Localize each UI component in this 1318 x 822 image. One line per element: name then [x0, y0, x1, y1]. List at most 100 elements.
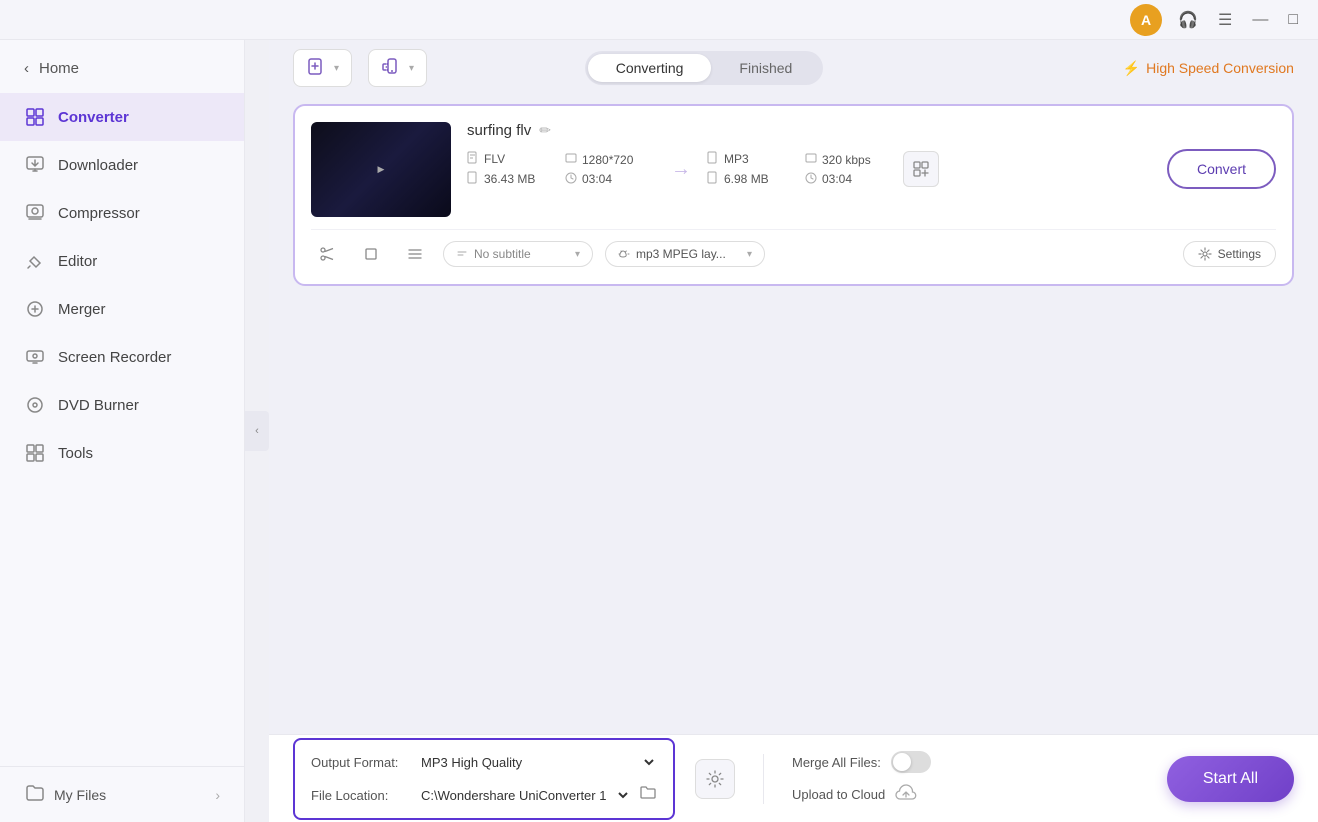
audio-track-select[interactable]: mp3 MPEG lay... ▾	[605, 241, 765, 267]
cut-tool-button[interactable]	[311, 240, 343, 268]
my-files-icon	[24, 783, 44, 806]
target-size-icon	[707, 171, 719, 187]
resolution-icon	[565, 152, 577, 168]
my-files-arrow: ›	[215, 787, 220, 803]
file-meta: FLV 36.43 MB	[467, 149, 1276, 189]
extra-settings-button[interactable]	[695, 759, 735, 799]
sidebar-item-tools[interactable]: Tools	[0, 429, 244, 477]
tab-finished[interactable]: Finished	[711, 54, 820, 82]
downloader-label: Downloader	[58, 157, 138, 174]
file-name: surfing flv	[467, 122, 531, 139]
subtitle-select[interactable]: No subtitle ▾	[443, 241, 593, 267]
add-device-icon	[381, 57, 403, 79]
sidebar-item-dvd-burner[interactable]: DVD Burner	[0, 381, 244, 429]
target-meta-2: 320 kbps 03:04	[805, 152, 895, 187]
add-device-arrow-icon: ▾	[409, 63, 414, 74]
format-section: Output Format: MP3 High Quality File Loc…	[293, 738, 675, 820]
dvd-burner-icon	[24, 394, 46, 416]
sidebar-collapse-button[interactable]: ‹	[245, 411, 269, 451]
upload-cloud-button[interactable]	[895, 783, 917, 806]
sidebar-item-screen-recorder[interactable]: Screen Recorder	[0, 333, 244, 381]
size-icon	[467, 171, 479, 187]
speed-label: High Speed Conversion	[1146, 60, 1294, 76]
file-card-top: ▶ surfing flv ✏	[311, 122, 1276, 217]
my-files-label: My Files	[54, 787, 106, 803]
editor-label: Editor	[58, 253, 97, 270]
video-thumbnail: ▶	[311, 122, 451, 217]
subtitle-arrow: ▾	[575, 249, 580, 260]
audio-track-value: mp3 MPEG lay...	[636, 247, 726, 261]
menu-button[interactable]: ☰	[1214, 6, 1236, 34]
maximize-button[interactable]: □	[1284, 7, 1302, 33]
top-bar: ▾ ▾ Converting Finished	[269, 40, 1318, 96]
target-file-icon	[707, 151, 719, 167]
file-info: surfing flv ✏ FLV	[467, 122, 1276, 189]
file-location-label: File Location:	[311, 788, 401, 803]
screen-recorder-icon	[24, 346, 46, 368]
app-body: ‹ Home Converter	[0, 40, 1318, 822]
file-settings-icon-button[interactable]	[903, 151, 939, 187]
back-icon: ‹	[24, 60, 29, 77]
my-files-nav-item[interactable]: My Files ›	[0, 766, 244, 822]
start-all-button[interactable]: Start All	[1167, 756, 1294, 802]
audio-arrow: ▾	[747, 249, 752, 260]
sidebar-nav: Converter Downloader	[0, 89, 244, 766]
merge-toggle[interactable]	[891, 751, 931, 773]
headphone-button[interactable]: 🎧	[1174, 6, 1202, 34]
tools-label: Tools	[58, 445, 93, 462]
dvd-burner-label: DVD Burner	[58, 397, 139, 414]
source-meta-2: 1280*720 03:04	[565, 152, 655, 187]
convert-button[interactable]: Convert	[1167, 149, 1276, 189]
file-card: ▶ surfing flv ✏	[293, 104, 1294, 286]
bolt-icon: ⚡	[1123, 60, 1140, 77]
speed-badge: ⚡ High Speed Conversion	[1123, 60, 1294, 77]
file-icon	[467, 151, 479, 167]
add-file-button[interactable]: ▾	[293, 49, 352, 87]
browse-folder-button[interactable]	[639, 785, 657, 806]
add-device-button[interactable]: ▾	[368, 49, 427, 87]
main-content: ▾ ▾ Converting Finished	[269, 40, 1318, 822]
convert-arrow-icon: →	[671, 158, 691, 181]
file-location-select[interactable]: C:\Wondershare UniConverter 1	[409, 783, 631, 808]
toggle-thumb	[893, 753, 911, 771]
sidebar-item-compressor[interactable]: Compressor	[0, 189, 244, 237]
editor-icon	[24, 250, 46, 272]
merge-section: Merge All Files: Upload to Cloud	[792, 751, 931, 806]
source-format: FLV	[467, 151, 557, 167]
file-location-row: File Location: C:\Wondershare UniConvert…	[311, 783, 657, 808]
target-meta: MP3 6.98 MB	[707, 151, 797, 187]
merger-icon	[24, 298, 46, 320]
home-nav-item[interactable]: ‹ Home	[0, 48, 244, 89]
add-file-arrow-icon: ▾	[334, 63, 339, 74]
file-name-row: surfing flv ✏	[467, 122, 1276, 139]
tab-group: Converting Finished	[585, 51, 824, 85]
more-tools-button[interactable]	[399, 240, 431, 268]
settings-label: Settings	[1218, 247, 1261, 261]
sidebar-item-converter[interactable]: Converter	[0, 93, 244, 141]
home-label: Home	[39, 60, 79, 77]
divider	[763, 754, 764, 804]
output-format-select[interactable]: MP3 High Quality	[409, 750, 657, 775]
converter-label: Converter	[58, 109, 129, 126]
target-duration: 03:04	[805, 172, 895, 187]
sidebar-item-merger[interactable]: Merger	[0, 285, 244, 333]
source-resolution: 1280*720	[565, 152, 655, 168]
crop-tool-button[interactable]	[355, 240, 387, 268]
converter-icon	[24, 106, 46, 128]
source-meta: FLV 36.43 MB	[467, 151, 557, 187]
minimize-button[interactable]: —	[1248, 7, 1272, 33]
edit-name-icon[interactable]: ✏	[539, 122, 551, 139]
compressor-label: Compressor	[58, 205, 140, 222]
source-size: 36.43 MB	[467, 171, 557, 187]
output-format-label: Output Format:	[311, 755, 401, 770]
downloader-icon	[24, 154, 46, 176]
clock-icon	[565, 172, 577, 187]
sidebar-item-editor[interactable]: Editor	[0, 237, 244, 285]
sidebar-item-downloader[interactable]: Downloader	[0, 141, 244, 189]
sidebar: ‹ Home Converter	[0, 40, 245, 822]
subtitle-value: No subtitle	[474, 247, 531, 261]
settings-button[interactable]: Settings	[1183, 241, 1276, 267]
compressor-icon	[24, 202, 46, 224]
tab-converting[interactable]: Converting	[588, 54, 712, 82]
upload-cloud-label: Upload to Cloud	[792, 787, 885, 802]
